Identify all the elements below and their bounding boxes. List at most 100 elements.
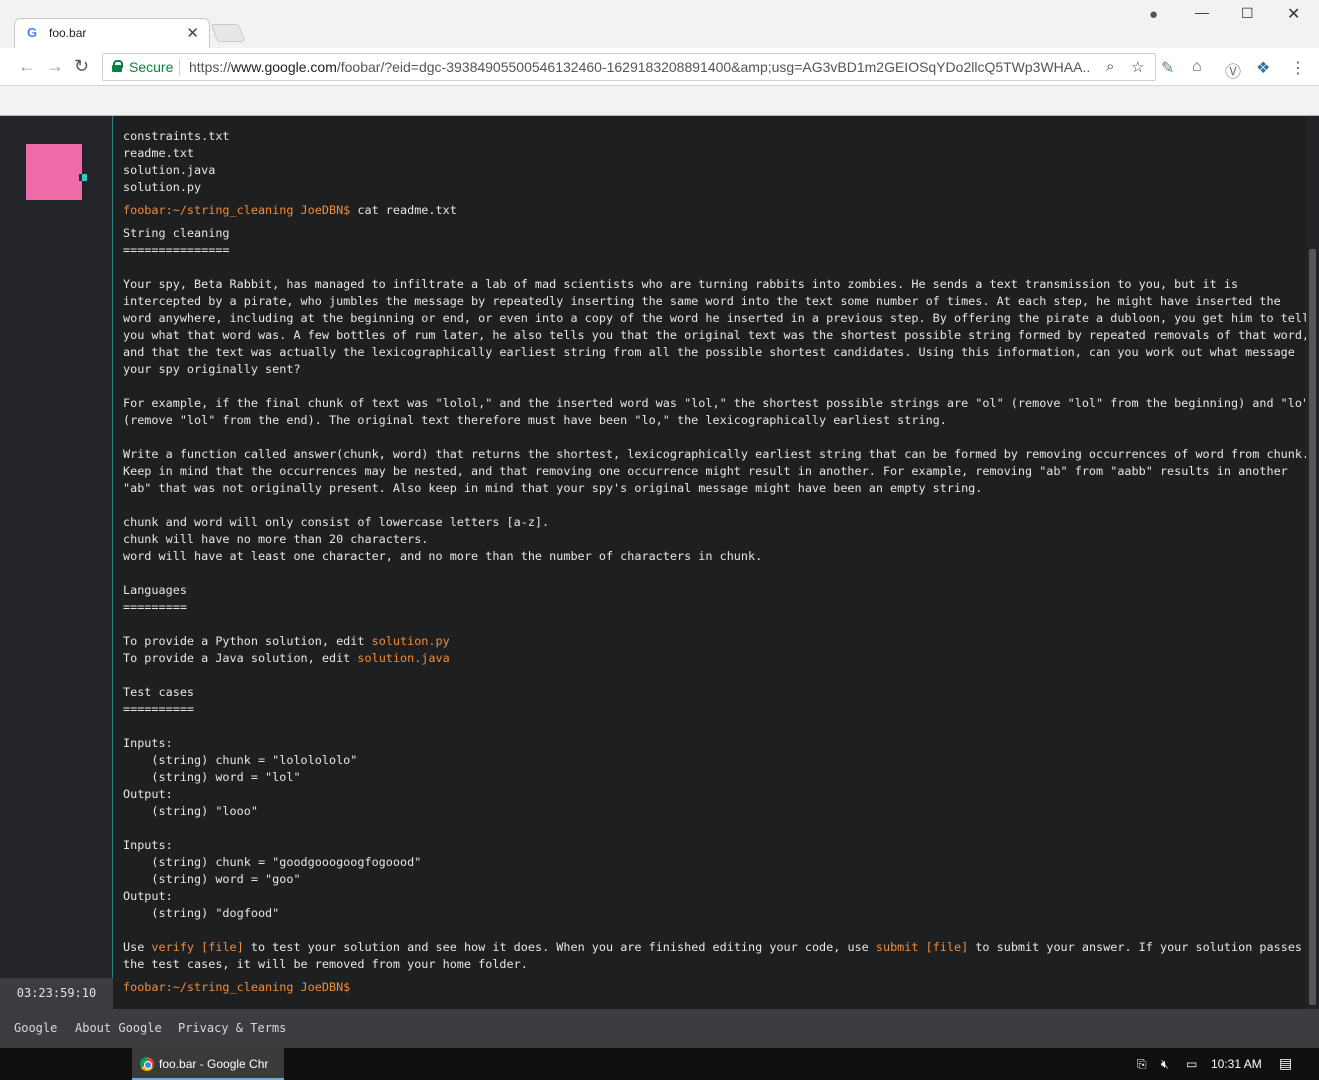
tab-strip: G foo.bar ✕ ● — ☐ ✕	[0, 0, 1319, 48]
maximize-button[interactable]: ☐	[1241, 5, 1254, 22]
hat-extension-icon[interactable]: ⌂	[1192, 58, 1202, 76]
terminal-output: constraints.txt readme.txt solution.java…	[123, 116, 1306, 996]
close-window-button[interactable]: ✕	[1287, 4, 1300, 24]
constraint-line: word will have at least one character, a…	[123, 549, 763, 563]
menu-icon[interactable]: ⋮	[1290, 58, 1306, 78]
chrome-icon	[140, 1057, 154, 1071]
example-line: (remove "lol" from the end). The origina…	[123, 413, 947, 427]
close-tab-icon[interactable]: ✕	[186, 24, 199, 42]
address-bar[interactable]: Secure https://www.google.com/foobar/?ei…	[102, 53, 1156, 81]
shell-prompt: foobar:~/string_cleaning JoeDBN$	[123, 980, 351, 994]
current-prompt-line[interactable]: foobar:~/string_cleaning JoeDBN$	[123, 979, 1303, 996]
python-extension-icon[interactable]: ❖	[1256, 58, 1270, 78]
test1-chunk: (string) chunk = "lololololo"	[123, 753, 358, 767]
file-name: constraints.txt	[123, 129, 230, 143]
closing-line-2: the test cases, it will be removed from …	[123, 957, 528, 971]
taskbar-window-label: foo.bar - Google Chr	[159, 1057, 269, 1071]
taskbar: foo.bar - Google Chr ⎘ 🔇︎ ▭ 10:31 AM ▤	[0, 1048, 1319, 1080]
task-line: "ab" that was not originally present. Al…	[123, 481, 983, 495]
footer-link-about[interactable]: About Google	[75, 1021, 162, 1035]
command-text: cat readme.txt	[350, 203, 457, 217]
readme-title: String cleaning	[123, 226, 230, 240]
footer-link-privacy[interactable]: Privacy & Terms	[178, 1021, 286, 1035]
url-text[interactable]: https://www.google.com/foobar/?eid=dgc-3…	[189, 59, 1089, 75]
closing-text: to submit your answer. If your solution …	[968, 940, 1303, 954]
file-name: readme.txt	[123, 146, 195, 160]
google-favicon-icon: G	[27, 25, 38, 40]
languages-title: Languages	[123, 583, 187, 597]
python-file-link: solution.py	[371, 634, 450, 648]
test1-output-label: Output:	[123, 787, 173, 801]
test2-word: (string) word = "goo"	[123, 872, 301, 886]
notifications-icon[interactable]: ▤	[1279, 1055, 1292, 1072]
taskbar-chrome-window[interactable]: foo.bar - Google Chr	[132, 1048, 284, 1080]
url-scheme: https://	[189, 59, 232, 75]
verify-command: verify [file]	[151, 940, 244, 954]
test2-output: (string) "dogfood"	[123, 906, 280, 920]
omnibox-divider	[179, 59, 180, 76]
test1-output: (string) "looo"	[123, 804, 258, 818]
test2-inputs-label: Inputs:	[123, 838, 173, 852]
foobar-page: 03:23:59:10 constraints.txt readme.txt s…	[0, 116, 1319, 1048]
minimize-button[interactable]: —	[1195, 4, 1209, 20]
test2-chunk: (string) chunk = "goodgooogoogfogoood"	[123, 855, 422, 869]
constraint-line: chunk will have no more than 20 characte…	[123, 532, 429, 546]
zoom-icon[interactable]: ⌕	[1106, 58, 1114, 75]
eyedropper-extension-icon[interactable]: ✎	[1161, 58, 1174, 78]
closing-text: Use	[123, 940, 152, 954]
bookmark-star-icon[interactable]: ☆	[1131, 58, 1144, 76]
closing-text: to test your solution and see how it doe…	[243, 940, 876, 954]
clock[interactable]: 10:31 AM	[1211, 1057, 1262, 1071]
tab-foobar[interactable]: G foo.bar ✕	[14, 18, 210, 48]
terminal-scrollbar-thumb[interactable]	[1309, 249, 1316, 1005]
languages-underline: =========	[123, 600, 187, 614]
secure-label: Secure	[129, 59, 174, 75]
network-icon[interactable]: ⎘	[1137, 1057, 1147, 1072]
avatar-accent-shadow	[79, 174, 82, 181]
url-path: /foobar/?eid=dgc-39384905500546132460-16…	[336, 59, 1089, 75]
test1-inputs-label: Inputs:	[123, 736, 173, 750]
profile-icon[interactable]: ●	[1149, 6, 1158, 23]
submit-command: submit [file]	[875, 940, 969, 954]
test1-word: (string) word = "lol"	[123, 770, 301, 784]
intro-line: your spy originally sent?	[123, 362, 301, 376]
countdown-timer: 03:23:59:10	[0, 978, 113, 1009]
url-host: www.google.com	[231, 59, 337, 75]
test2-output-label: Output:	[123, 889, 173, 903]
back-button[interactable]: ←	[18, 56, 36, 77]
footer-link-google[interactable]: Google	[14, 1021, 57, 1035]
python-prefix: To provide a Python solution, edit	[123, 634, 372, 648]
tab-title: foo.bar	[49, 26, 87, 40]
terminal[interactable]: constraints.txt readme.txt solution.java…	[114, 116, 1306, 1009]
java-prefix: To provide a Java solution, edit	[123, 651, 358, 665]
java-instruction: To provide a Java solution, edit solutio…	[123, 650, 1303, 667]
java-file-link: solution.java	[357, 651, 450, 665]
clipped-line	[123, 116, 1303, 128]
reload-button[interactable]: ↻	[74, 56, 89, 77]
page-footer: Google About Google Privacy & Terms	[0, 1009, 1319, 1048]
file-name: solution.java	[123, 163, 216, 177]
intro-line: Your spy, Beta Rabbit, has managed to in…	[123, 277, 1239, 291]
example-line: For example, if the final chunk of text …	[123, 396, 1306, 410]
lock-icon	[112, 60, 123, 72]
task-line: Keep in mind that the occurrences may be…	[123, 464, 1288, 478]
vivaldi-extension-icon[interactable]: Ⓥ	[1225, 58, 1241, 82]
browser-chrome: G foo.bar ✕ ● — ☐ ✕ ← → ↻ Secure https:/…	[0, 0, 1319, 116]
new-tab-button[interactable]	[210, 24, 246, 42]
intro-line: word anywhere, including at the beginnin…	[123, 311, 1306, 325]
intro-line: intercepted by a pirate, who jumbles the…	[123, 294, 1281, 308]
battery-icon[interactable]: ▭	[1186, 1057, 1197, 1071]
tests-underline: ==========	[123, 702, 195, 716]
avatar	[26, 144, 82, 200]
python-instruction: To provide a Python solution, edit solut…	[123, 633, 1303, 650]
tests-title: Test cases	[123, 685, 195, 699]
readme-title-underline: ===============	[123, 243, 230, 257]
command-line: foobar:~/string_cleaning JoeDBN$ cat rea…	[123, 202, 1303, 219]
closing-line: Use verify [file] to test your solution …	[123, 939, 1303, 956]
forward-button[interactable]: →	[46, 56, 64, 77]
task-line: Write a function called answer(chunk, wo…	[123, 447, 1306, 461]
constraint-line: chunk and word will only consist of lowe…	[123, 515, 550, 529]
toolbar: ← → ↻ Secure https://www.google.com/foob…	[0, 48, 1319, 86]
volume-muted-icon[interactable]: 🔇︎	[1161, 1057, 1169, 1072]
sidebar: 03:23:59:10	[0, 116, 113, 1009]
